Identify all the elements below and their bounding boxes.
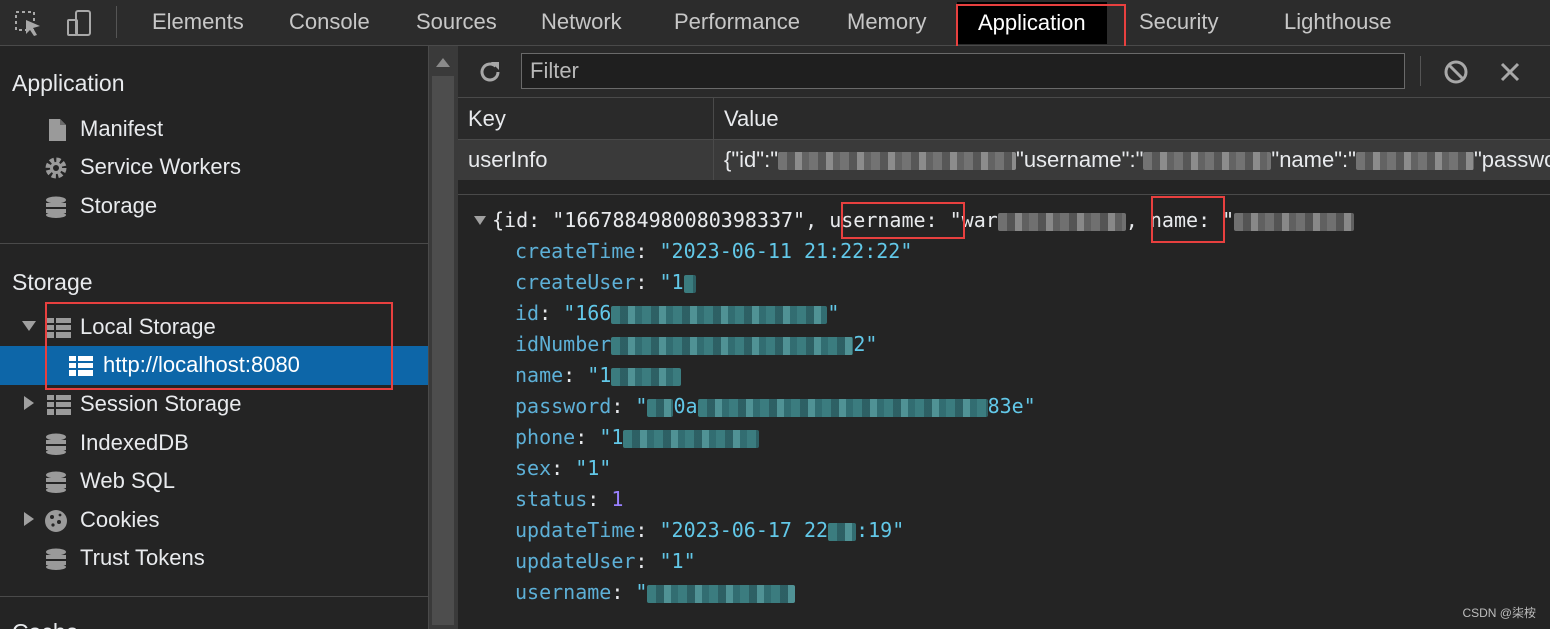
value-text: "username":" — [1016, 147, 1144, 172]
json-field-name: name: "1 — [515, 363, 682, 387]
sidebar-section-application: Application — [12, 70, 125, 96]
device-toolbar-icon[interactable] — [64, 8, 96, 38]
table-cell-key: userInfo — [468, 147, 548, 172]
json-field-phone: phone: "1 — [515, 425, 760, 449]
database-icon — [43, 194, 69, 220]
json-field-status: status: 1 — [515, 487, 624, 511]
redacted-text — [1355, 152, 1474, 171]
table-row[interactable]: userInfo {"id":" "username":" "name":" "pas… — [458, 140, 1550, 180]
json-field-id: id: "166 " — [515, 301, 840, 325]
sidebar-item-label: Service Workers — [80, 154, 241, 179]
refresh-icon[interactable] — [476, 58, 504, 86]
sidebar-item-cookies[interactable]: Cookies — [0, 501, 428, 540]
sidebar-divider — [0, 243, 428, 244]
collapse-arrow-icon[interactable] — [474, 216, 486, 225]
sidebar-scrollbar[interactable] — [428, 46, 458, 629]
json-field-password: password: " 0a 83e" — [515, 394, 1036, 418]
redacted-text — [997, 212, 1126, 231]
annotation-box-username-key — [841, 202, 965, 239]
sidebar-item-indexeddb[interactable]: IndexedDB — [0, 424, 428, 463]
column-divider[interactable] — [713, 98, 714, 180]
sidebar-item-label: Web SQL — [80, 468, 175, 493]
filter-input[interactable] — [521, 53, 1405, 89]
database-icon — [43, 546, 69, 572]
tab-security[interactable]: Security — [1139, 0, 1218, 46]
sidebar-item-label: Cookies — [80, 507, 160, 532]
sidebar-item-manifest[interactable]: Manifest — [0, 110, 428, 149]
sidebar-item-label: Manifest — [80, 116, 164, 141]
database-icon — [43, 469, 69, 495]
redacted-text — [778, 152, 1017, 171]
storage-toolbar — [458, 46, 1550, 98]
json-field-updateTime: updateTime: "2023-06-17 22:19" — [515, 518, 905, 542]
gear-icon — [43, 155, 69, 181]
json-field-createTime: createTime: "2023-06-11 21:22:22" — [515, 239, 913, 263]
table-cell-value: {"id":" "username":" "name":" "passwo — [714, 140, 1550, 180]
json-field-sex: sex: "1" — [515, 456, 612, 480]
json-field-updateUser: updateUser: "1" — [515, 549, 696, 573]
devtools-tab-bar: Elements Console Sources Network Perform… — [0, 0, 1550, 46]
tab-performance[interactable]: Performance — [674, 0, 800, 46]
cookie-icon — [43, 508, 69, 534]
json-key: id — [504, 208, 529, 232]
json-field-username: username: " — [515, 580, 796, 604]
sidebar-item-service-workers[interactable]: Service Workers — [0, 148, 428, 187]
sidebar-divider — [0, 596, 428, 597]
sidebar-item-web-sql[interactable]: Web SQL — [0, 462, 428, 501]
scrollbar-thumb[interactable] — [432, 76, 454, 625]
sidebar-item-label: IndexedDB — [80, 430, 189, 455]
json-value: "1667884980080398337" — [552, 208, 806, 232]
storage-panel: Key Value userInfo {"id":" "username":" "n… — [458, 46, 1550, 629]
sidebar-item-session-storage[interactable]: Session Storage — [0, 385, 428, 424]
expand-arrow-icon[interactable] — [24, 512, 34, 526]
sidebar-item-label: Storage — [80, 193, 158, 218]
column-header-key[interactable]: Key — [458, 98, 714, 140]
sidebar-item-label: Session Storage — [80, 391, 242, 416]
sidebar-item-label: Trust Tokens — [80, 545, 205, 570]
toolbar-separator — [116, 6, 117, 38]
storage-table: Key Value userInfo {"id":" "username":" "n… — [458, 98, 1550, 194]
tab-sources[interactable]: Sources — [416, 0, 497, 46]
close-icon[interactable] — [1496, 58, 1524, 86]
value-preview: {id: "1667884980080398337", username: "w… — [458, 196, 1550, 629]
scroll-up-arrow-icon[interactable] — [436, 58, 450, 67]
database-icon — [43, 431, 69, 457]
column-header-value[interactable]: Value — [714, 98, 1550, 140]
value-text: "passwo — [1473, 147, 1550, 172]
clear-all-icon[interactable] — [1442, 58, 1470, 86]
inspect-element-icon[interactable] — [12, 8, 44, 38]
table-icon — [46, 392, 72, 418]
tab-network[interactable]: Network — [541, 0, 622, 46]
annotation-box-name-key — [1151, 196, 1225, 243]
json-field-createUser: createUser: "1 — [515, 270, 696, 294]
sidebar-item-trust-tokens[interactable]: Trust Tokens — [0, 539, 428, 578]
redacted-text — [1143, 152, 1272, 171]
sidebar-section-storage: Storage — [12, 269, 93, 295]
sidebar-item-storage[interactable]: Storage — [0, 187, 428, 226]
value-text: "name":" — [1271, 147, 1356, 172]
tab-memory[interactable]: Memory — [847, 0, 926, 46]
watermark: CSDN @柒桉 — [1462, 606, 1536, 620]
json-field-idNumber: idNumber 2" — [515, 332, 878, 356]
value-text: {"id":" — [724, 147, 779, 172]
file-icon — [44, 117, 70, 143]
preview-divider[interactable] — [458, 194, 1550, 195]
sidebar-section-cache: Cache — [12, 619, 78, 629]
tab-console[interactable]: Console — [289, 0, 370, 46]
expand-arrow-icon[interactable] — [22, 321, 36, 331]
expand-arrow-icon[interactable] — [24, 396, 34, 410]
redacted-text — [1234, 212, 1355, 231]
tab-elements[interactable]: Elements — [152, 0, 244, 46]
annotation-box-local-storage — [45, 302, 393, 390]
tab-lighthouse[interactable]: Lighthouse — [1284, 0, 1392, 46]
toolbar-separator — [1420, 56, 1421, 86]
